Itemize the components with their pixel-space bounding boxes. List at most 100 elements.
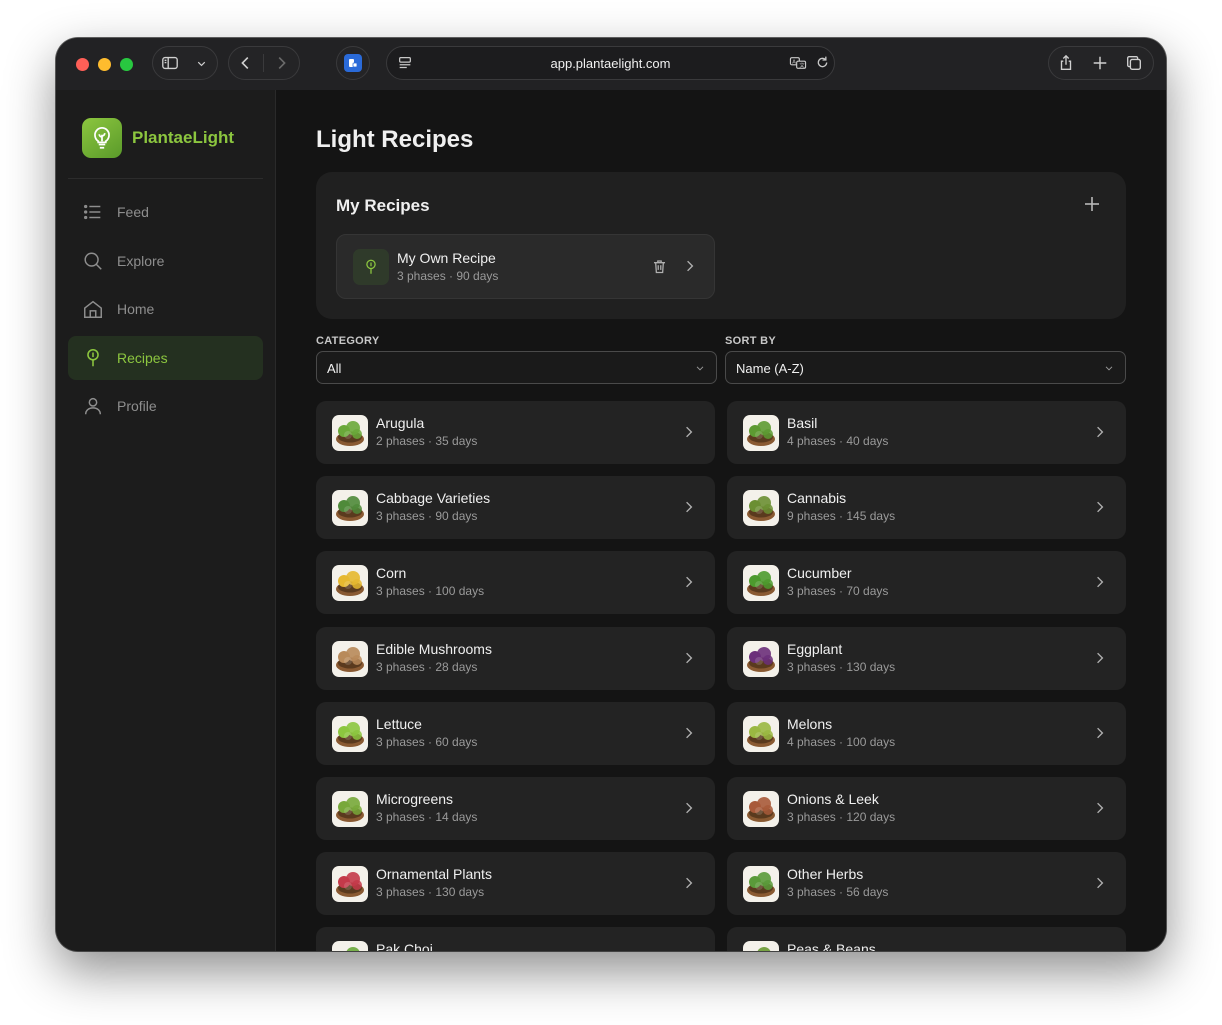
home-icon [84, 300, 102, 318]
browser-toolbar: app.plantaelight.com A文 [56, 38, 1166, 90]
recipe-meta: 3 phases · 90 days [376, 509, 478, 524]
chevron-right-icon [686, 577, 693, 588]
list-icon [84, 204, 101, 220]
translate-icon[interactable]: A文 [789, 55, 807, 76]
recipe-card[interactable]: Pak Choi [316, 927, 715, 951]
recipe-name: Edible Mushrooms [376, 640, 492, 657]
recipe-name: Melons [787, 715, 833, 732]
close-window-button[interactable] [76, 58, 89, 71]
reload-icon[interactable] [815, 55, 830, 75]
share-icon[interactable] [1049, 47, 1083, 79]
recipe-thumbnail [743, 791, 779, 827]
sidebar-item-home[interactable]: Home [68, 287, 263, 331]
add-recipe-icon[interactable] [1082, 194, 1102, 214]
chevron-right-icon[interactable] [682, 258, 698, 274]
my-recipe-card[interactable]: My Own Recipe 3 phases · 90 days [336, 234, 715, 299]
new-tab-icon[interactable] [1083, 47, 1117, 79]
sort-select[interactable]: Name (A-Z) [725, 351, 1126, 384]
right-toolbar-group [1048, 46, 1154, 80]
recipe-name: Pak Choi [376, 941, 433, 951]
sidebar-item-label: Profile [117, 398, 157, 414]
recipe-thumbnail [743, 565, 779, 602]
back-icon[interactable] [229, 47, 263, 79]
recipe-card[interactable]: Peas & Beans [727, 927, 1126, 951]
chevron-right-icon [1097, 652, 1104, 663]
browser-window: app.plantaelight.com A文 PlantaeLight Fee… [56, 38, 1166, 951]
recipe-card[interactable]: Melons 4 phases · 100 days [727, 701, 1126, 765]
recipe-card[interactable]: Eggplant 3 phases · 130 days [727, 626, 1126, 690]
sidebar-item-explore[interactable]: Explore [68, 239, 263, 283]
recipe-card[interactable]: Microgreens 3 phases · 14 days [316, 777, 715, 840]
address-bar[interactable]: app.plantaelight.com A文 [386, 46, 835, 80]
recipe-card[interactable]: Other Herbs 3 phases · 56 days [727, 852, 1126, 916]
recipe-name: Other Herbs [787, 866, 864, 883]
chevron-right-icon [686, 727, 693, 739]
recipe-meta: 3 phases · 70 days [787, 584, 889, 599]
sidebar-item-feed[interactable]: Feed [68, 190, 263, 234]
chevron-right-icon [686, 426, 693, 438]
sidebar-item-label: Feed [117, 204, 149, 220]
recipe-meta: 3 phases · 28 days [376, 659, 478, 674]
chevron-right-icon [686, 877, 693, 889]
chevron-down-icon[interactable] [187, 47, 215, 79]
recipe-meta: 2 phases · 35 days [376, 434, 478, 448]
tab-overview-icon[interactable] [1117, 47, 1151, 79]
brand[interactable]: PlantaeLight [82, 118, 234, 158]
recipe-name: Cucumber [787, 565, 852, 582]
recipe-name: Arugula [376, 415, 425, 431]
search-icon [84, 251, 102, 270]
recipe-thumbnail [743, 715, 779, 752]
sidebar-item-recipes[interactable]: Recipes [68, 335, 263, 380]
recipe-name: My Own Recipe [397, 250, 496, 266]
recipe-card[interactable]: Onions & Leek 3 phases · 120 days [727, 777, 1126, 840]
recipe-meta: 3 phases · 130 days [787, 659, 896, 674]
chevron-down-icon [1105, 366, 1113, 371]
minimize-window-button[interactable] [98, 58, 111, 71]
trash-icon[interactable] [651, 258, 668, 275]
recipe-name: Microgreens [376, 791, 454, 807]
page-title: Light Recipes [316, 126, 474, 153]
recipe-card[interactable]: Cucumber 3 phases · 70 days [727, 551, 1126, 615]
recipe-meta: 4 phases · 100 days [787, 734, 896, 749]
recipe-card[interactable]: Arugula 2 phases · 35 days [316, 401, 715, 464]
extension-button[interactable] [336, 46, 370, 80]
chevron-right-icon [686, 802, 693, 814]
recipe-name: Basil [787, 415, 818, 431]
recipe-card[interactable]: Cabbage Varieties 3 phases · 90 days [316, 476, 715, 540]
forward-icon[interactable] [264, 47, 298, 79]
chevron-down-icon [696, 366, 704, 371]
sort-label: SORT BY [725, 335, 776, 347]
recipe-card[interactable]: Cannabis 9 phases · 145 days [727, 476, 1126, 540]
recipe-card[interactable]: Ornamental Plants 3 phases · 130 days [316, 852, 715, 916]
recipe-name: Eggplant [787, 640, 843, 657]
recipe-thumbnail [332, 490, 368, 527]
chevron-right-icon [1097, 877, 1104, 889]
chevron-right-icon [1092, 950, 1108, 951]
svg-text:A: A [792, 59, 796, 65]
recipe-name: Cabbage Varieties [376, 490, 491, 507]
url-text: app.plantaelight.com [550, 56, 671, 71]
chevron-right-icon [1097, 727, 1104, 739]
my-recipes-heading: My Recipes [336, 196, 430, 215]
recipe-thumbnail [332, 791, 368, 827]
sidebar-item-profile[interactable]: Profile [68, 384, 263, 428]
brand-name: PlantaeLight [132, 128, 235, 147]
chevron-right-icon [686, 501, 693, 513]
recipe-thumbnail [743, 640, 779, 677]
sidebar-toggle-icon[interactable] [153, 47, 187, 79]
category-select[interactable]: All [316, 351, 717, 384]
recipe-card[interactable]: Basil 4 phases · 40 days [727, 401, 1126, 464]
recipe-name: Peas & Beans [787, 941, 876, 951]
password-extension-icon [344, 54, 362, 72]
recipe-thumbnail [332, 415, 368, 451]
chevron-right-icon [1097, 577, 1104, 588]
sidebar-item-label: Recipes [117, 349, 168, 366]
recipe-card[interactable]: Edible Mushrooms 3 phases · 28 days [316, 626, 715, 690]
recipe-card[interactable]: Lettuce 3 phases · 60 days [316, 701, 715, 765]
main-content: Light Recipes My Recipes My Own Recipe 3… [276, 90, 1166, 951]
sidebar-toggle-group [152, 46, 218, 80]
chevron-right-icon [686, 652, 693, 663]
maximize-window-button[interactable] [120, 58, 133, 71]
my-recipes-panel: My Recipes My Own Recipe 3 phases · 90 d… [316, 172, 1126, 319]
recipe-card[interactable]: Corn 3 phases · 100 days [316, 551, 715, 615]
